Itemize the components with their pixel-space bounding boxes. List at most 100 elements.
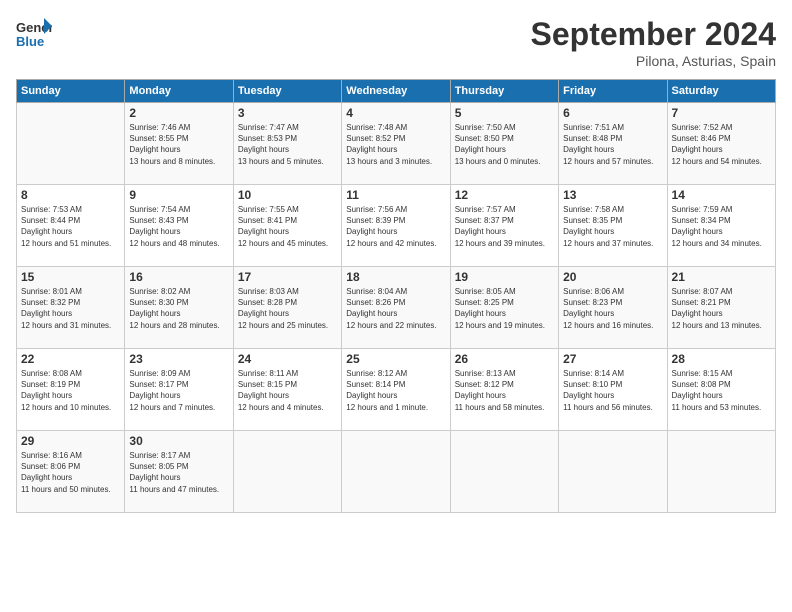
table-row: 29 Sunrise: 8:16 AMSunset: 8:06 PMDayligh… [17,431,125,513]
day-info: Sunrise: 8:09 AMSunset: 8:17 PMDaylight … [129,368,228,413]
day-number: 11 [346,188,445,202]
table-row: 16Sunrise: 8:02 AMSunset: 8:30 PMDayligh… [125,267,233,349]
day-info: Sunrise: 7:53 AMSunset: 8:44 PMDaylight … [21,204,120,249]
col-tuesday: Tuesday [233,80,341,103]
logo-icon: General Blue [16,16,52,52]
col-friday: Friday [559,80,667,103]
day-number: 6 [563,106,662,120]
page-header: General Blue September 2024 Pilona, Astu… [16,16,776,69]
day-info: Sunrise: 8:13 AMSunset: 8:12 PMDaylight … [455,368,554,413]
table-row: 28 Sunrise: 8:15 AMSunset: 8:08 PMDayligh… [667,349,775,431]
svg-text:Blue: Blue [16,34,44,49]
day-number: 10 [238,188,337,202]
table-row: 4 Sunrise: 7:48 AMSunset: 8:52 PMDaylight… [342,103,450,185]
day-number: 17 [238,270,337,284]
day-info: Sunrise: 8:08 AMSunset: 8:19 PMDaylight … [21,368,120,413]
col-monday: Monday [125,80,233,103]
table-row [559,431,667,513]
col-saturday: Saturday [667,80,775,103]
month-title: September 2024 [531,16,776,53]
day-info: Sunrise: 8:14 AMSunset: 8:10 PMDaylight … [563,368,662,413]
day-info: Sunrise: 8:07 AMSunset: 8:21 PMDaylight … [672,286,771,331]
day-info: Sunrise: 7:55 AMSunset: 8:41 PMDaylight … [238,204,337,249]
day-number: 30 [129,434,228,448]
table-row: 27 Sunrise: 8:14 AMSunset: 8:10 PMDayligh… [559,349,667,431]
table-row: 24 Sunrise: 8:11 AMSunset: 8:15 PMDayligh… [233,349,341,431]
day-number: 15 [21,270,120,284]
day-info: Sunrise: 8:05 AMSunset: 8:25 PMDaylight … [455,286,554,331]
table-row [450,431,558,513]
day-info: Sunrise: 8:01 AMSunset: 8:32 PMDaylight … [21,286,120,331]
day-number: 12 [455,188,554,202]
table-row: 19 Sunrise: 8:05 AMSunset: 8:25 PMDayligh… [450,267,558,349]
day-number: 4 [346,106,445,120]
day-number: 25 [346,352,445,366]
day-number: 24 [238,352,337,366]
day-number: 5 [455,106,554,120]
table-row: 25 Sunrise: 8:12 AMSunset: 8:14 PMDayligh… [342,349,450,431]
day-number: 9 [129,188,228,202]
day-info: Sunrise: 7:58 AMSunset: 8:35 PMDaylight … [563,204,662,249]
col-sunday: Sunday [17,80,125,103]
day-info: Sunrise: 7:48 AMSunset: 8:52 PMDaylight … [346,122,445,167]
table-row: 21 Sunrise: 8:07 AMSunset: 8:21 PMDayligh… [667,267,775,349]
day-info: Sunrise: 7:57 AMSunset: 8:37 PMDaylight … [455,204,554,249]
day-info: Sunrise: 7:51 AMSunset: 8:48 PMDaylight … [563,122,662,167]
col-thursday: Thursday [450,80,558,103]
table-row: 20Sunrise: 8:06 AMSunset: 8:23 PMDayligh… [559,267,667,349]
day-info: Sunrise: 7:52 AMSunset: 8:46 PMDaylight … [672,122,771,167]
table-row: 17 Sunrise: 8:03 AMSunset: 8:28 PMDayligh… [233,267,341,349]
table-row: 3 Sunrise: 7:47 AMSunset: 8:53 PMDaylight… [233,103,341,185]
day-info: Sunrise: 8:16 AMSunset: 8:06 PMDaylight … [21,450,120,495]
table-row: 10 Sunrise: 7:55 AMSunset: 8:41 PMDayligh… [233,185,341,267]
day-number: 3 [238,106,337,120]
day-info: Sunrise: 8:04 AMSunset: 8:26 PMDaylight … [346,286,445,331]
title-block: September 2024 Pilona, Asturias, Spain [531,16,776,69]
day-number: 21 [672,270,771,284]
table-row: 6 Sunrise: 7:51 AMSunset: 8:48 PMDaylight… [559,103,667,185]
day-info: Sunrise: 8:12 AMSunset: 8:14 PMDaylight … [346,368,445,413]
table-row: 13 Sunrise: 7:58 AMSunset: 8:35 PMDayligh… [559,185,667,267]
day-info: Sunrise: 7:47 AMSunset: 8:53 PMDaylight … [238,122,337,167]
table-row [667,431,775,513]
day-number: 29 [21,434,120,448]
table-row: 18 Sunrise: 8:04 AMSunset: 8:26 PMDayligh… [342,267,450,349]
day-info: Sunrise: 7:50 AMSunset: 8:50 PMDaylight … [455,122,554,167]
day-info: Sunrise: 7:59 AMSunset: 8:34 PMDaylight … [672,204,771,249]
table-row: 7 Sunrise: 7:52 AMSunset: 8:46 PMDaylight… [667,103,775,185]
day-number: 2 [129,106,228,120]
logo: General Blue [16,16,56,52]
day-number: 22 [21,352,120,366]
day-number: 19 [455,270,554,284]
location: Pilona, Asturias, Spain [531,53,776,69]
day-info: Sunrise: 7:56 AMSunset: 8:39 PMDaylight … [346,204,445,249]
table-row [342,431,450,513]
day-info: Sunrise: 8:11 AMSunset: 8:15 PMDaylight … [238,368,337,413]
table-row: 12 Sunrise: 7:57 AMSunset: 8:37 PMDayligh… [450,185,558,267]
day-info: Sunrise: 8:15 AMSunset: 8:08 PMDaylight … [672,368,771,413]
table-row: 22 Sunrise: 8:08 AMSunset: 8:19 PMDayligh… [17,349,125,431]
table-row: 5 Sunrise: 7:50 AMSunset: 8:50 PMDaylight… [450,103,558,185]
day-number: 28 [672,352,771,366]
day-number: 23 [129,352,228,366]
table-row: 30Sunrise: 8:17 AMSunset: 8:05 PMDayligh… [125,431,233,513]
day-number: 13 [563,188,662,202]
day-number: 18 [346,270,445,284]
day-number: 7 [672,106,771,120]
table-row: 14Sunrise: 7:59 AMSunset: 8:34 PMDayligh… [667,185,775,267]
day-info: Sunrise: 7:54 AMSunset: 8:43 PMDaylight … [129,204,228,249]
table-row [233,431,341,513]
day-number: 27 [563,352,662,366]
table-row: 11 Sunrise: 7:56 AMSunset: 8:39 PMDayligh… [342,185,450,267]
day-number: 20 [563,270,662,284]
calendar-table: Sunday Monday Tuesday Wednesday Thursday… [16,79,776,513]
table-row: 9 Sunrise: 7:54 AMSunset: 8:43 PMDaylight… [125,185,233,267]
table-row: 23 Sunrise: 8:09 AMSunset: 8:17 PMDayligh… [125,349,233,431]
table-row [17,103,125,185]
day-number: 16 [129,270,228,284]
day-info: Sunrise: 8:03 AMSunset: 8:28 PMDaylight … [238,286,337,331]
table-row: 26Sunrise: 8:13 AMSunset: 8:12 PMDayligh… [450,349,558,431]
day-number: 8 [21,188,120,202]
col-wednesday: Wednesday [342,80,450,103]
table-row: 8 Sunrise: 7:53 AMSunset: 8:44 PMDaylight… [17,185,125,267]
